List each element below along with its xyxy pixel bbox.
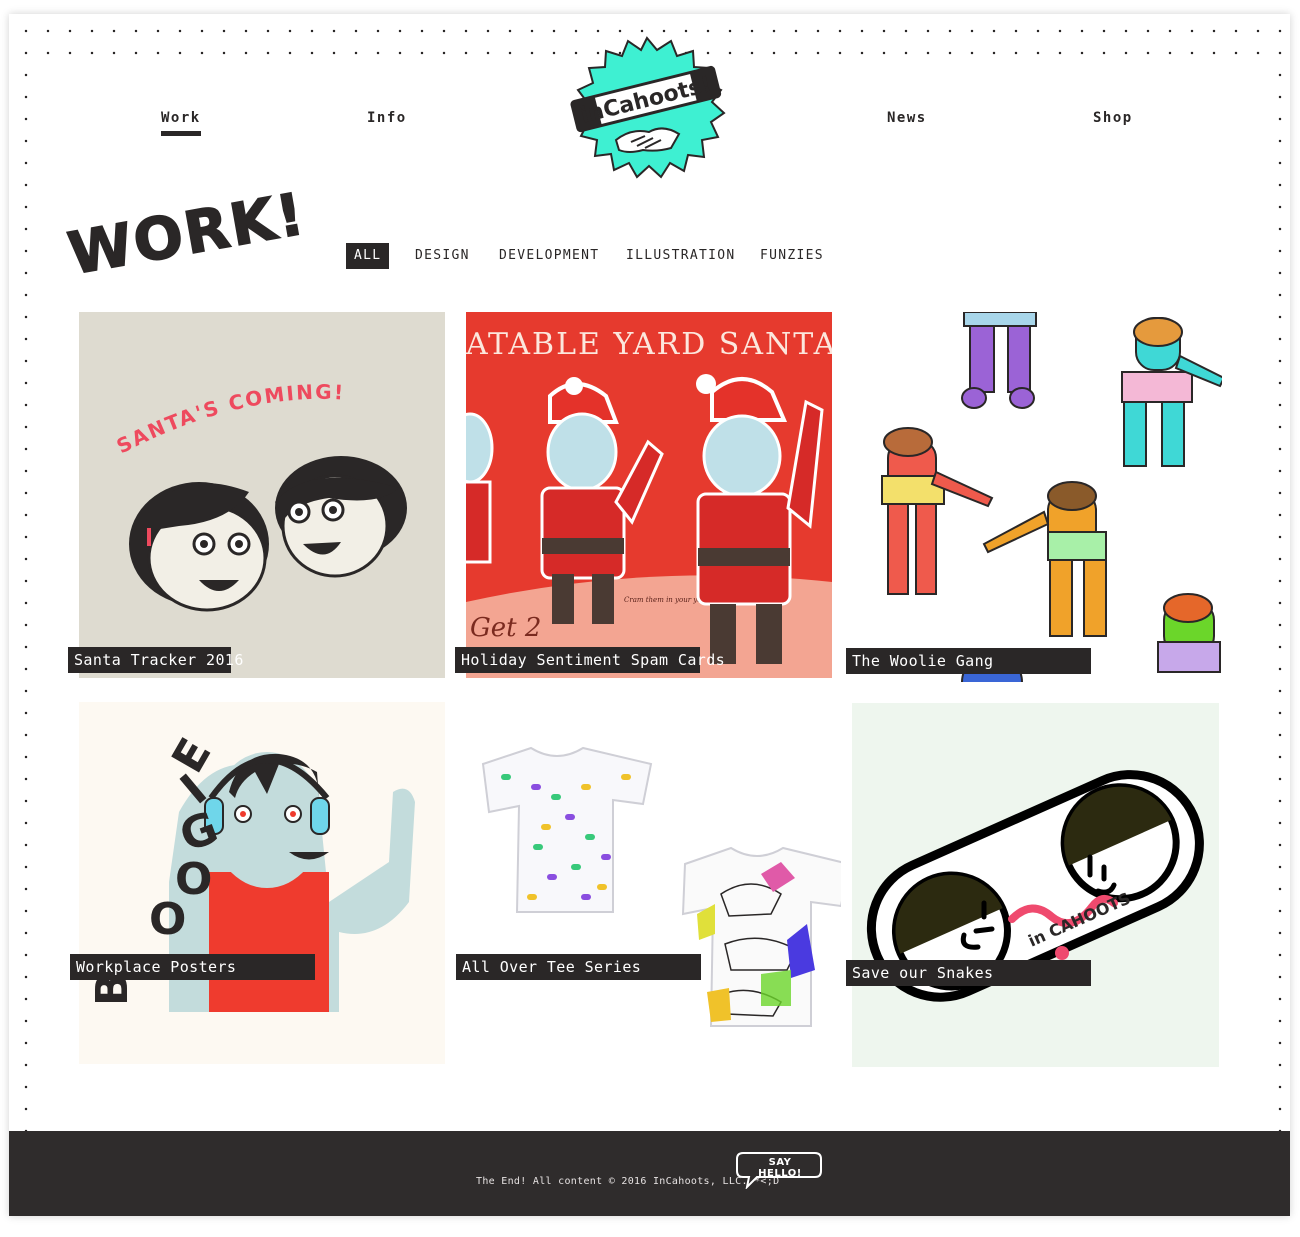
work-tile-title: All Over Tee Series — [456, 954, 701, 980]
nav-shop[interactable]: Shop — [1093, 110, 1133, 126]
filter-funzies[interactable]: FUNZIES — [752, 243, 832, 269]
work-tile-title: The Woolie Gang — [846, 648, 1091, 674]
footer: The End! All content © 2016 InCahoots, L… — [9, 1131, 1290, 1216]
nav-info[interactable]: Info — [367, 110, 407, 126]
say-hello-label: SAY HELLO! — [758, 1157, 802, 1179]
filter-all[interactable]: ALL — [346, 243, 390, 269]
holiday-cards-art: ATABLE YARD SANTA Get 2 Cram them in you… — [466, 312, 832, 678]
work-tile-title: Save our Snakes — [846, 960, 1091, 986]
say-hello-button[interactable]: SAY HELLO! — [735, 1151, 825, 1191]
workplace-posters-art: B O O G I E — [79, 702, 445, 1064]
work-tile-woolie-gang[interactable]: The Woolie Gang — [846, 312, 1222, 682]
work-tile-title: Holiday Sentiment Spam Cards — [455, 647, 725, 673]
work-tile-holiday-cards[interactable]: ATABLE YARD SANTA Get 2 Cram them in you… — [455, 312, 832, 678]
filter-design[interactable]: DESIGN — [407, 243, 478, 269]
holiday-cards-art-text: ATABLE YARD SANTA — [466, 327, 832, 362]
save-our-snakes-art: in CAHOOTS — [852, 703, 1219, 1067]
footer-copyright: The End! All content © 2016 InCahoots, L… — [476, 1176, 780, 1187]
svg-text:O: O — [175, 854, 212, 905]
work-tile-save-our-snakes[interactable]: in CAHOOTS Save our Snakes — [846, 703, 1219, 1067]
work-tile-workplace-posters[interactable]: B O O G I E Workplace Posters — [70, 702, 445, 1064]
nav-work[interactable]: Work — [161, 110, 201, 136]
filter-illustration[interactable]: ILLUSTRATION — [618, 243, 744, 269]
holiday-cards-art-subtext: Get 2 — [470, 613, 541, 643]
incahoots-logo[interactable]: inCahoots! — [561, 36, 733, 181]
nav-news[interactable]: News — [887, 110, 927, 126]
work-tile-title: Santa Tracker 2016 — [68, 647, 243, 673]
work-tile-santa-tracker[interactable]: SANTA'S COMING! Santa Tracker 2016 — [68, 312, 445, 678]
santa-tracker-art: SANTA'S COMING! — [79, 312, 445, 678]
filter-development[interactable]: DEVELOPMENT — [491, 243, 607, 269]
woolie-gang-art — [852, 312, 1222, 682]
all-over-tee-art — [461, 744, 841, 1034]
work-tile-title: Workplace Posters — [70, 954, 315, 980]
work-tile-all-over-tee[interactable]: All Over Tee Series — [456, 744, 841, 1034]
page: Work Info News Shop inCahoots! WORK! ALL… — [9, 14, 1290, 1216]
